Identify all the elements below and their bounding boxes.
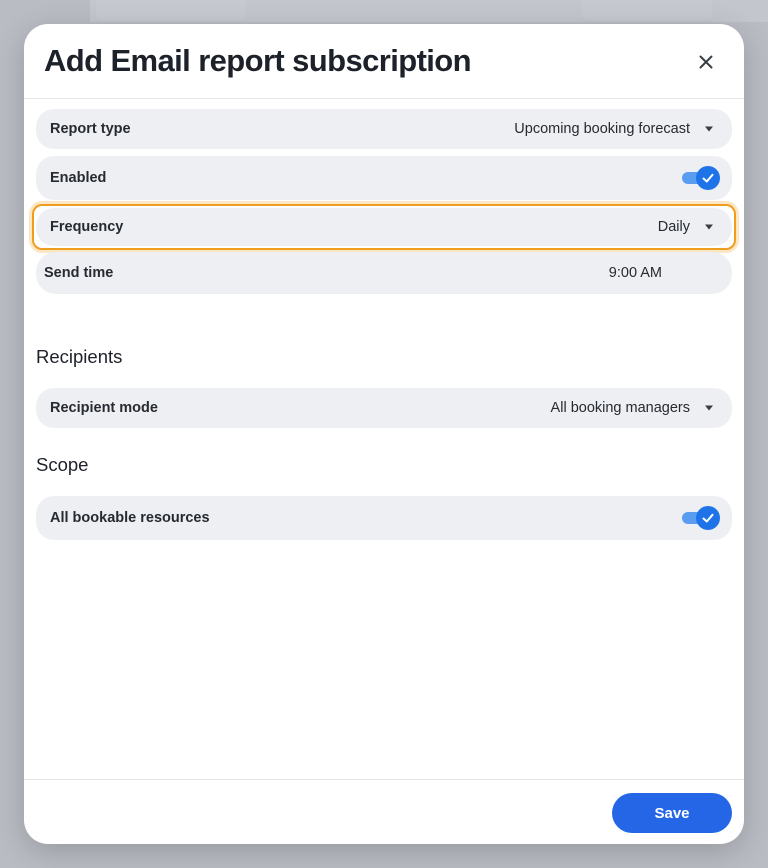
report-type-value: Upcoming booking forecast xyxy=(514,121,690,137)
send-time-value[interactable]: 9:00 AM xyxy=(609,265,662,281)
checkmark-icon xyxy=(702,513,714,523)
chevron-down-icon xyxy=(705,405,713,411)
close-button[interactable] xyxy=(688,44,724,80)
close-icon xyxy=(699,55,713,69)
all-resources-label: All bookable resources xyxy=(50,510,210,526)
recipient-mode-label: Recipient mode xyxy=(50,400,158,416)
email-subscription-dialog: Add Email report subscription Report typ… xyxy=(24,24,744,844)
dialog-body: Report type Upcoming booking forecast En… xyxy=(24,100,744,780)
recipient-mode-select[interactable]: Recipient mode All booking managers xyxy=(36,388,732,428)
enabled-row: Enabled xyxy=(36,156,732,200)
chevron-down-icon xyxy=(705,126,713,132)
frequency-value: Daily xyxy=(657,219,690,235)
dialog-header: Add Email report subscription xyxy=(24,24,744,99)
dialog-title: Add Email report subscription xyxy=(44,43,472,78)
recipients-heading: Recipients xyxy=(36,346,123,367)
send-time-label: Send time xyxy=(44,265,114,281)
dialog-footer: Save xyxy=(24,779,744,844)
all-resources-toggle[interactable] xyxy=(682,506,720,530)
send-time-row: Send time 9:00 AM xyxy=(36,252,732,294)
recipient-mode-value: All booking managers xyxy=(550,400,690,416)
save-button[interactable]: Save xyxy=(612,793,732,833)
background-tab xyxy=(96,0,246,20)
frequency-label: Frequency xyxy=(50,219,124,235)
toggle-knob xyxy=(696,506,720,530)
enabled-label: Enabled xyxy=(50,170,107,186)
frequency-select[interactable]: Frequency Daily xyxy=(36,208,732,246)
report-type-select[interactable]: Report type Upcoming booking forecast xyxy=(36,109,732,149)
toggle-knob xyxy=(696,166,720,190)
report-type-label: Report type xyxy=(50,121,131,137)
enabled-toggle[interactable] xyxy=(682,166,720,190)
background-button xyxy=(582,0,712,20)
chevron-down-icon xyxy=(705,224,713,230)
checkmark-icon xyxy=(702,173,714,183)
all-resources-row: All bookable resources xyxy=(36,496,732,540)
scope-heading: Scope xyxy=(36,454,89,475)
